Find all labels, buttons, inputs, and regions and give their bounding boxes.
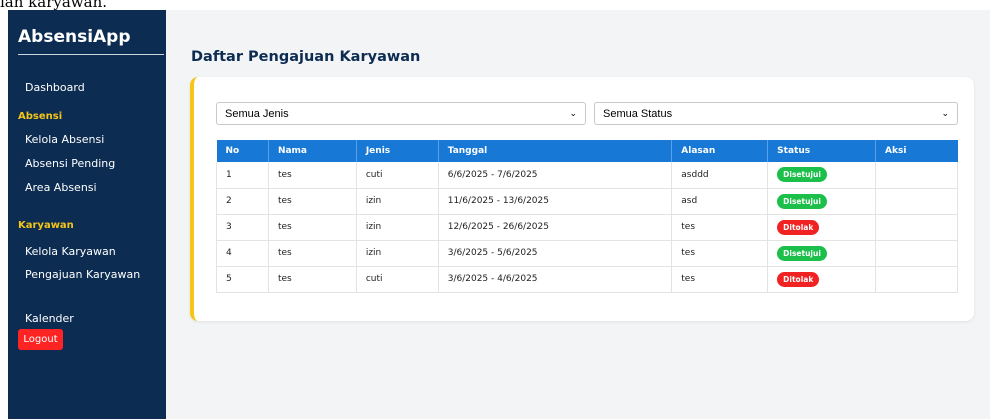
- sidebar-item-pengajuan-karyawan[interactable]: Pengajuan Karyawan: [25, 268, 140, 281]
- cell-aksi: [875, 162, 958, 189]
- cell-no: 2: [216, 188, 269, 215]
- app-brand: AbsensiApp: [18, 27, 131, 47]
- jenis-filter-value: Semua Jenis: [225, 107, 289, 120]
- cell-nama: tes: [268, 188, 357, 215]
- main-content: Daftar Pengajuan Karyawan Semua Jenis ⌄ …: [166, 10, 990, 419]
- cell-alasan: asddd: [671, 162, 769, 189]
- table-row: 3 tes izin 12/6/2025 - 26/6/2025 tes Dit…: [216, 214, 958, 241]
- cell-status: Ditolak: [767, 266, 877, 293]
- sidebar-item-absensi-pending[interactable]: Absensi Pending: [25, 157, 115, 170]
- table-row: 2 tes izin 11/6/2025 - 13/6/2025 asd Dis…: [216, 188, 958, 215]
- page-title: Daftar Pengajuan Karyawan: [191, 49, 421, 65]
- submissions-table: No Nama Jenis Tanggal Alasan Status Aksi…: [216, 140, 958, 293]
- cell-jenis: izin: [356, 240, 439, 267]
- table-header-row: No Nama Jenis Tanggal Alasan Status Aksi: [216, 140, 958, 162]
- sidebar-section-absensi: Absensi: [18, 111, 63, 122]
- sidebar-item-kalender[interactable]: Kalender: [25, 312, 74, 325]
- sidebar-item-dashboard[interactable]: Dashboard: [25, 81, 85, 94]
- table-row: 1 tes cuti 6/6/2025 - 7/6/2025 asddd Dis…: [216, 162, 958, 189]
- sidebar-item-kelola-absensi[interactable]: Kelola Absensi: [25, 133, 104, 146]
- cell-status: Disetujui: [767, 188, 877, 215]
- cell-nama: tes: [268, 240, 357, 267]
- cell-jenis: izin: [356, 188, 439, 215]
- cell-alasan: tes: [671, 214, 769, 241]
- cell-tanggal: 3/6/2025 - 4/6/2025: [438, 266, 673, 293]
- cell-jenis: cuti: [356, 266, 439, 293]
- column-header-jenis[interactable]: Jenis: [356, 140, 439, 162]
- status-badge: Disetujui: [777, 167, 827, 183]
- status-filter-select[interactable]: Semua Status ⌄: [594, 102, 958, 125]
- cell-jenis: izin: [356, 214, 439, 241]
- status-badge: Disetujui: [777, 245, 827, 261]
- cell-status: Disetujui: [767, 240, 877, 267]
- cell-nama: tes: [268, 214, 357, 241]
- brand-divider: [18, 54, 164, 55]
- cell-aksi: [875, 188, 958, 215]
- cell-tanggal: 12/6/2025 - 26/6/2025: [438, 214, 673, 241]
- cell-aksi: [875, 214, 958, 241]
- sidebar-item-area-absensi[interactable]: Area Absensi: [25, 181, 97, 194]
- cell-no: 4: [216, 240, 269, 267]
- status-badge: Ditolak: [777, 219, 820, 235]
- cell-no: 1: [216, 162, 269, 189]
- cell-nama: tes: [268, 162, 357, 189]
- cell-tanggal: 3/6/2025 - 5/6/2025: [438, 240, 673, 267]
- cell-no: 3: [216, 214, 269, 241]
- table-row: 5 tes cuti 3/6/2025 - 4/6/2025 tes Ditol…: [216, 266, 958, 293]
- cell-no: 5: [216, 266, 269, 293]
- column-header-tanggal[interactable]: Tanggal: [438, 140, 673, 162]
- submissions-card: Semua Jenis ⌄ Semua Status ⌄ No Nama Jen…: [190, 77, 974, 321]
- cell-status: Ditolak: [767, 214, 877, 241]
- cell-aksi: [875, 240, 958, 267]
- cell-aksi: [875, 266, 958, 293]
- table-row: 4 tes izin 3/6/2025 - 5/6/2025 tes Diset…: [216, 240, 958, 267]
- top-cut-text-label: ian karyawan.: [0, 0, 107, 10]
- column-header-alasan[interactable]: Alasan: [671, 140, 769, 162]
- chevron-down-icon: ⌄: [941, 108, 949, 118]
- chevron-down-icon: ⌄: [569, 108, 577, 118]
- column-header-nama[interactable]: Nama: [268, 140, 357, 162]
- column-header-no[interactable]: No: [216, 140, 269, 162]
- cell-tanggal: 6/6/2025 - 7/6/2025: [438, 162, 673, 189]
- cell-alasan: tes: [671, 266, 769, 293]
- jenis-filter-select[interactable]: Semua Jenis ⌄: [216, 102, 586, 125]
- cell-jenis: cuti: [356, 162, 439, 189]
- column-header-aksi: Aksi: [875, 140, 958, 162]
- cell-status: Disetujui: [767, 162, 877, 189]
- status-filter-value: Semua Status: [603, 107, 673, 120]
- status-badge: Ditolak: [777, 271, 820, 287]
- top-cut-text: ian karyawan.: [0, 0, 990, 10]
- status-badge: Disetujui: [777, 193, 827, 209]
- cell-alasan: tes: [671, 240, 769, 267]
- cell-tanggal: 11/6/2025 - 13/6/2025: [438, 188, 673, 215]
- cell-nama: tes: [268, 266, 357, 293]
- sidebar-section-karyawan: Karyawan: [18, 220, 74, 231]
- logout-button[interactable]: Logout: [18, 329, 63, 350]
- sidebar: AbsensiApp Dashboard Absensi Kelola Abse…: [8, 10, 166, 419]
- cell-alasan: asd: [671, 188, 769, 215]
- sidebar-item-kelola-karyawan[interactable]: Kelola Karyawan: [25, 245, 116, 258]
- column-header-status[interactable]: Status: [767, 140, 877, 162]
